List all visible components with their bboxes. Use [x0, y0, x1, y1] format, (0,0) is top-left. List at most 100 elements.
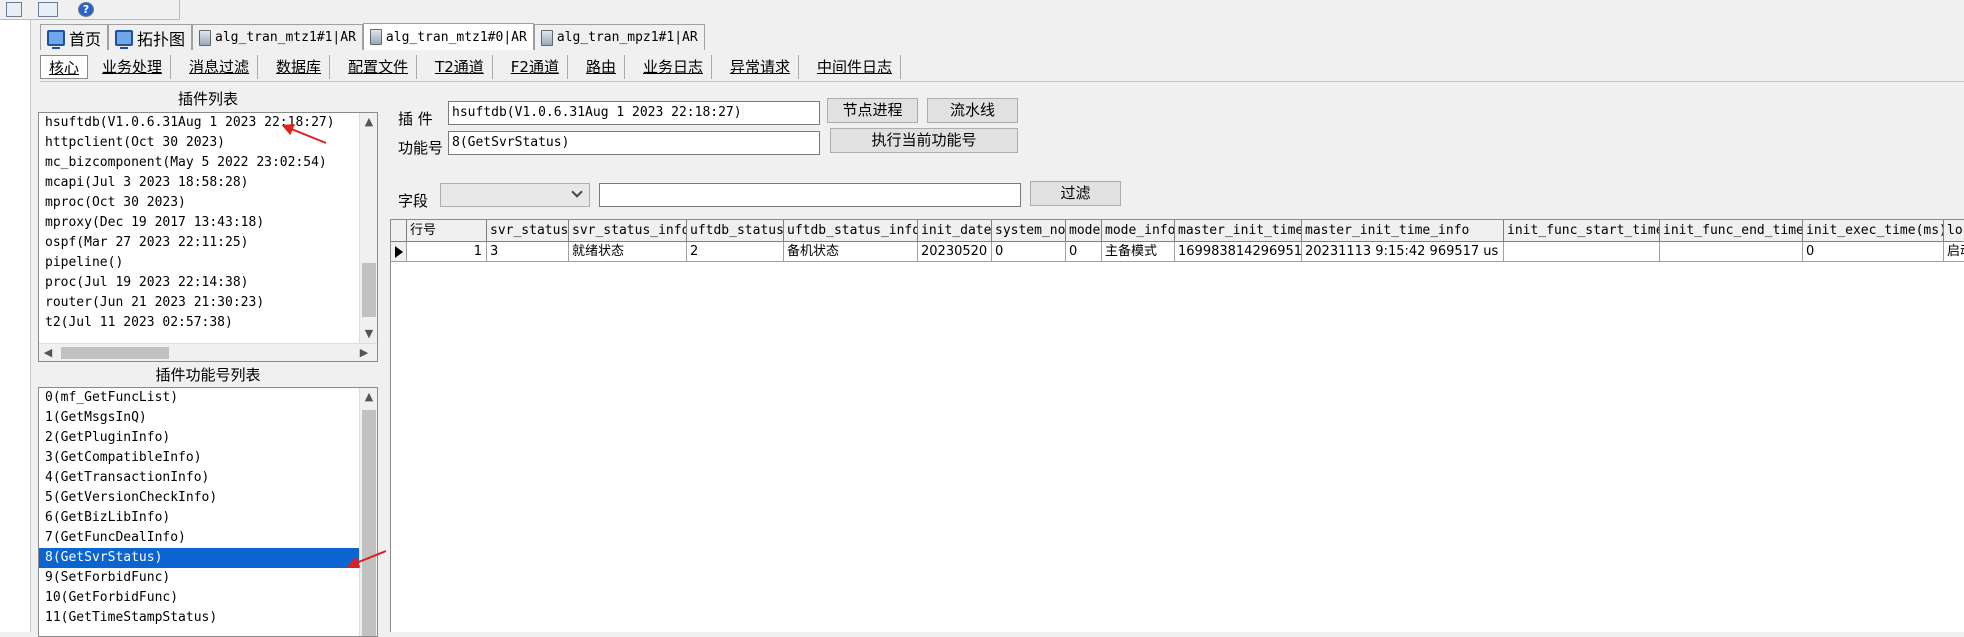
list-item[interactable]: 6(GetBizLibInfo) [39, 508, 377, 528]
column-header[interactable]: mode [1066, 220, 1102, 242]
table-cell[interactable]: 3 [487, 242, 569, 262]
column-header[interactable]: init_func_start_time [1504, 220, 1660, 242]
table-cell[interactable]: 主备模式 [1102, 242, 1175, 262]
column-header[interactable]: init_date [918, 220, 992, 242]
list-item[interactable]: 1(GetMsgsInQ) [39, 408, 377, 428]
subnav-config[interactable]: 配置文件 [340, 54, 418, 79]
scroll-left-icon[interactable]: ◀ [39, 344, 57, 361]
pipeline-button[interactable]: 流水线 [927, 98, 1018, 123]
table-cell[interactable]: 20230520 [918, 242, 992, 262]
table-row[interactable]: 1 3 就绪状态 2 备机状态 20230520 0 0 主备模式 169983… [391, 242, 1964, 262]
tab-alg-tran-mpz1-1[interactable]: alg_tran_mpz1#1|AR [533, 24, 705, 50]
column-header[interactable]: uftdb_status_info [784, 220, 918, 242]
table-cell[interactable]: 0 [992, 242, 1066, 262]
table-cell[interactable] [1504, 242, 1660, 262]
filter-button[interactable]: 过滤 [1030, 181, 1121, 206]
column-header[interactable]: 行号 [407, 220, 487, 242]
list-item[interactable]: 3(GetCompatibleInfo) [39, 448, 377, 468]
subnav-middleware-log[interactable]: 中间件日志 [809, 54, 902, 79]
tab-label: alg_tran_mpz1#1|AR [556, 30, 698, 45]
list-item[interactable]: 5(GetVersionCheckInfo) [39, 488, 377, 508]
column-header[interactable]: los [1944, 220, 1964, 242]
tab-home[interactable]: 首页 [40, 24, 109, 50]
subnav-business-log[interactable]: 业务日志 [635, 54, 712, 79]
list-item[interactable]: ospf(Mar 27 2023 22:11:25) [39, 233, 377, 253]
scroll-thumb[interactable] [362, 410, 376, 636]
vertical-scrollbar[interactable]: ▲ ▼ [359, 113, 377, 343]
table-cell[interactable]: 1 [407, 242, 487, 262]
list-item[interactable]: httpclient(Oct 30 2023) [39, 133, 377, 153]
function-field[interactable]: 8(GetSvrStatus) [448, 131, 820, 155]
list-item[interactable]: router(Jun 21 2023 21:30:23) [39, 293, 377, 313]
tab-alg-tran-mtz1-0[interactable]: alg_tran_mtz1#0|AR [362, 23, 534, 50]
function-list[interactable]: 0(mf_GetFuncList) 1(GetMsgsInQ) 2(GetPlu… [38, 387, 378, 637]
list-item[interactable]: mc_bizcomponent(May 5 2022 23:02:54) [39, 153, 377, 173]
field-select[interactable] [440, 183, 590, 207]
plugin-list[interactable]: hsuftdb(V1.0.6.31Aug 1 2023 22:18:27) ht… [38, 112, 378, 362]
scroll-up-icon[interactable]: ▲ [360, 388, 377, 406]
subnav-database[interactable]: 数据库 [268, 54, 331, 79]
column-header[interactable]: master_init_time [1175, 220, 1302, 242]
row-pointer-icon [391, 242, 407, 262]
grid-icon[interactable] [6, 2, 22, 17]
help-icon[interactable]: ? [78, 2, 94, 17]
tab-label: 首页 [69, 29, 102, 49]
table-cell[interactable]: 1699838142969517 [1175, 242, 1302, 262]
list-item[interactable]: 9(SetForbidFunc) [39, 568, 377, 588]
subnav-f2-channel[interactable]: F2通道 [503, 54, 568, 79]
top-toolbar: ? [0, 0, 180, 20]
list-item[interactable]: mproc(Oct 30 2023) [39, 193, 377, 213]
scroll-thumb[interactable] [61, 347, 169, 359]
subnav-exception-requests[interactable]: 异常请求 [722, 54, 800, 79]
column-header[interactable]: master_init_time_info [1302, 220, 1504, 242]
list-item[interactable]: 2(GetPluginInfo) [39, 428, 377, 448]
column-header[interactable]: mode_info [1102, 220, 1175, 242]
subnav-t2-channel[interactable]: T2通道 [427, 54, 493, 79]
list-item[interactable]: 10(GetForbidFunc) [39, 588, 377, 608]
table-cell[interactable] [1660, 242, 1803, 262]
list-item[interactable]: 11(GetTimeStampStatus) [39, 608, 377, 628]
scroll-right-icon[interactable]: ▶ [355, 344, 373, 361]
list-item[interactable]: mcapi(Jul 3 2023 18:58:28) [39, 173, 377, 193]
horizontal-scrollbar[interactable]: ◀ ▶ [39, 343, 377, 361]
list-item-selected[interactable]: 8(GetSvrStatus) [39, 548, 377, 568]
execute-function-button[interactable]: 执行当前功能号 [830, 128, 1018, 153]
table-cell[interactable]: 2 [687, 242, 784, 262]
scroll-down-icon[interactable]: ▼ [360, 325, 377, 343]
tab-alg-tran-mtz1-1[interactable]: alg_tran_mtz1#1|AR [192, 24, 363, 50]
list-item[interactable]: t2(Jul 11 2023 02:57:38) [39, 313, 377, 333]
column-header[interactable]: init_exec_time(ms) [1803, 220, 1944, 242]
list-item[interactable]: hsuftdb(V1.0.6.31Aug 1 2023 22:18:27) [39, 113, 377, 133]
list-item[interactable]: pipeline() [39, 253, 377, 273]
column-header[interactable]: uftdb_status [687, 220, 784, 242]
table-cell[interactable]: 启动 [1944, 242, 1964, 262]
column-header[interactable]: init_func_end_time [1660, 220, 1803, 242]
list-item[interactable]: 4(GetTransactionInfo) [39, 468, 377, 488]
ruler-icon[interactable] [38, 2, 58, 17]
table-cell[interactable]: 就绪状态 [569, 242, 687, 262]
subnav-core[interactable]: 核心 [40, 54, 89, 79]
scroll-thumb[interactable] [362, 263, 376, 317]
list-item[interactable]: 0(mf_GetFuncList) [39, 388, 377, 408]
subnav-route[interactable]: 路由 [578, 54, 625, 79]
scroll-up-icon[interactable]: ▲ [360, 113, 377, 131]
vertical-scrollbar[interactable]: ▲ [359, 388, 377, 636]
plugin-field[interactable]: hsuftdb(V1.0.6.31Aug 1 2023 22:18:27) [448, 101, 820, 125]
column-header[interactable]: svr_status [487, 220, 569, 242]
node-process-button[interactable]: 节点进程 [827, 98, 918, 123]
subnav-message-filter[interactable]: 消息过滤 [181, 54, 259, 79]
column-header[interactable]: system_no [992, 220, 1066, 242]
subnav-business[interactable]: 业务处理 [94, 54, 172, 79]
list-item[interactable]: mproxy(Dec 19 2017 13:43:18) [39, 213, 377, 233]
tab-topology[interactable]: 拓扑图 [108, 24, 193, 50]
result-grid[interactable]: 行号 svr_status svr_status_info uftdb_stat… [390, 219, 1964, 632]
table-cell[interactable]: 0 [1803, 242, 1944, 262]
list-item[interactable]: proc(Jul 19 2023 22:14:38) [39, 273, 377, 293]
table-cell[interactable]: 20231113 9:15:42 969517 us [1302, 242, 1504, 262]
filter-input[interactable] [599, 183, 1021, 207]
table-cell[interactable]: 0 [1066, 242, 1102, 262]
plugin-list-title: 插件列表 [177, 90, 238, 108]
list-item[interactable]: 7(GetFuncDealInfo) [39, 528, 377, 548]
column-header[interactable]: svr_status_info [569, 220, 687, 242]
table-cell[interactable]: 备机状态 [784, 242, 918, 262]
